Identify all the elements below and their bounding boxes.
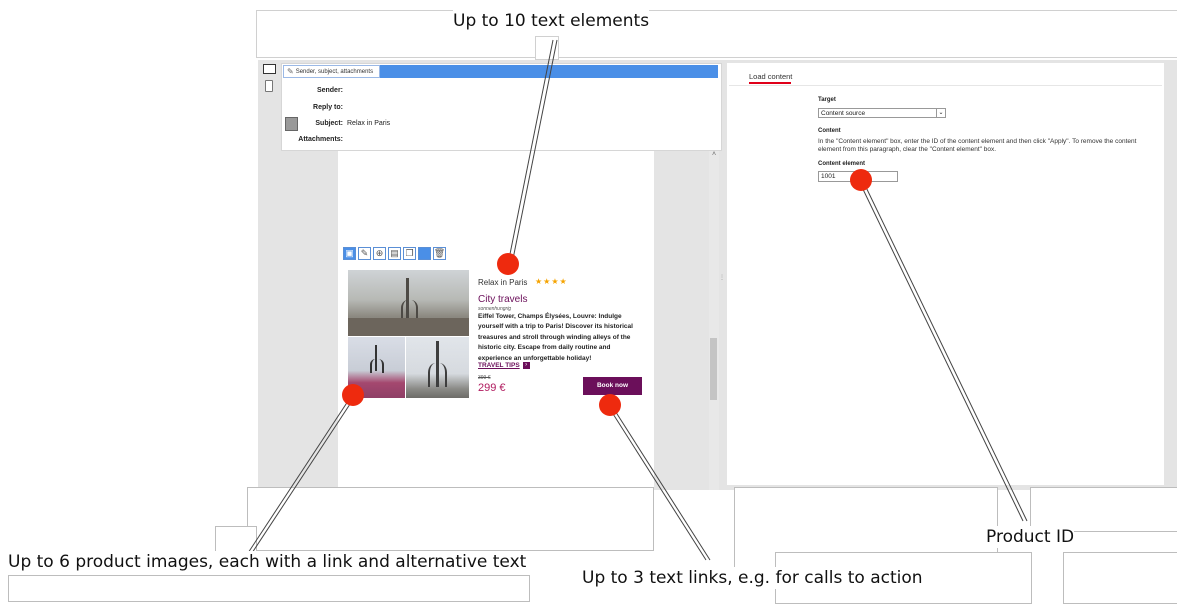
marker-product-id (850, 169, 872, 191)
callout-text-elements: Up to 10 text elements (453, 10, 650, 32)
callout-lines (247, 39, 1028, 561)
marker-text-links (599, 394, 621, 416)
callout-product-images: Up to 6 product images, each with a link… (8, 551, 527, 573)
marker-product-images (342, 384, 364, 406)
callout-product-id: Product ID (986, 526, 1075, 548)
marker-text-elements (497, 253, 519, 275)
callout-text-links: Up to 3 text links, e.g. for calls to ac… (582, 567, 923, 589)
